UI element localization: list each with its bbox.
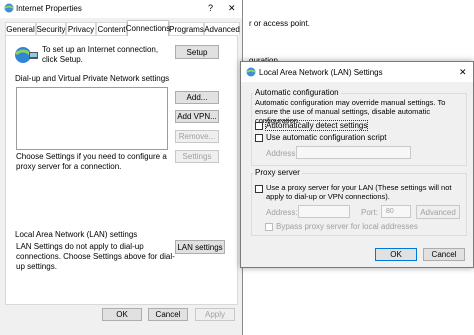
bypass-proxy-checkbox[interactable]: [265, 223, 273, 231]
proxy-address-input[interactable]: [298, 205, 350, 218]
connections-panel: To set up an Internet connection, click …: [5, 35, 238, 305]
dialog-cancel-button[interactable]: Cancel: [423, 248, 465, 261]
close-icon[interactable]: ✕: [228, 3, 236, 14]
use-script-checkbox[interactable]: [255, 134, 263, 142]
cancel-button[interactable]: Cancel: [148, 308, 188, 321]
tab-content[interactable]: Content: [96, 22, 127, 35]
setup-button[interactable]: Setup: [175, 45, 219, 59]
proxy-help-text: Choose Settings if you need to configure…: [16, 152, 167, 171]
window-title: Internet Properties: [16, 4, 82, 13]
background-text-line1: r or access point.: [249, 19, 310, 28]
lan-header: Local Area Network (LAN) settings: [15, 230, 138, 239]
remove-button[interactable]: Remove...: [175, 130, 219, 143]
advanced-button[interactable]: Advanced: [416, 205, 460, 219]
dialup-vpn-header: Dial-up and Virtual Private Network sett…: [15, 74, 170, 83]
tab-security[interactable]: Security: [36, 22, 66, 35]
auto-detect-label[interactable]: Automatically detect settings: [264, 120, 369, 131]
use-script-label[interactable]: Use automatic configuration script: [266, 133, 387, 142]
proxy-address-label: Address:: [266, 208, 298, 217]
dialog-ok-button[interactable]: OK: [375, 248, 417, 261]
tab-advanced[interactable]: Advanced: [204, 22, 240, 35]
tab-privacy[interactable]: Privacy: [66, 22, 96, 35]
auto-detect-checkbox[interactable]: [255, 122, 263, 130]
auto-config-header: Automatic configuration: [253, 88, 341, 97]
port-input[interactable]: 80: [381, 205, 411, 218]
bypass-proxy-label[interactable]: Bypass proxy server for local addresses: [276, 222, 418, 231]
internet-properties-icon: [4, 3, 14, 13]
add-button[interactable]: Add...: [175, 91, 219, 104]
title-bar: Internet Properties ? ✕: [0, 0, 242, 18]
use-proxy-label[interactable]: Use a proxy server for your LAN (These s…: [266, 183, 464, 201]
lan-settings-dialog: Local Area Network (LAN) Settings ✕ Auto…: [240, 61, 474, 268]
setup-text: To set up an Internet connection, click …: [42, 45, 159, 64]
tab-programs[interactable]: Programs: [169, 22, 204, 35]
tab-general[interactable]: General: [5, 22, 36, 35]
ok-button[interactable]: OK: [102, 308, 142, 321]
address-label: Address: [266, 149, 296, 158]
dialog-title-bar: Local Area Network (LAN) Settings ✕: [241, 62, 473, 82]
use-proxy-checkbox[interactable]: [255, 185, 263, 193]
lan-help-text: LAN Settings do not apply to dial-up con…: [16, 242, 175, 271]
apply-button[interactable]: Apply: [195, 308, 235, 321]
help-button[interactable]: ?: [208, 3, 213, 13]
settings-button[interactable]: Settings: [175, 150, 219, 163]
lan-settings-button[interactable]: LAN settings: [175, 240, 225, 254]
add-vpn-button[interactable]: Add VPN...: [175, 110, 219, 123]
proxy-header: Proxy server: [253, 168, 302, 177]
dialog-close-icon[interactable]: ✕: [459, 67, 467, 78]
dialup-connections-listbox[interactable]: [16, 87, 168, 150]
internet-properties-window: Internet Properties ? ✕ General Security…: [0, 0, 243, 335]
tab-connections[interactable]: Connections: [126, 20, 170, 36]
port-label: Port:: [361, 208, 378, 217]
script-address-input[interactable]: [296, 146, 411, 159]
globe-network-icon: [15, 47, 38, 63]
lan-settings-icon: [246, 67, 256, 77]
dialog-title: Local Area Network (LAN) Settings: [259, 68, 383, 77]
